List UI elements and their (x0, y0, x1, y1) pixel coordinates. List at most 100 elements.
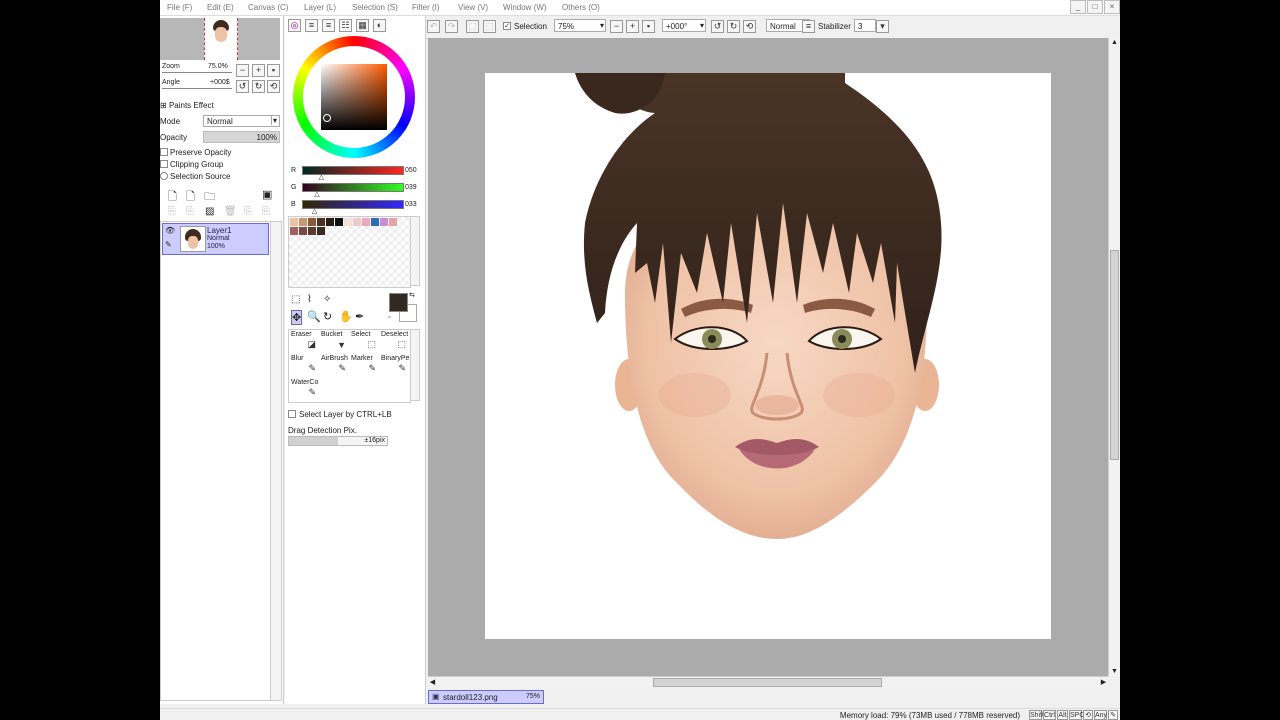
red-slider[interactable] (302, 166, 404, 175)
tool-airbrush[interactable]: AirBrush ✎ (319, 354, 349, 376)
maximize-button[interactable]: □ (1087, 0, 1103, 14)
transparent-color-icon[interactable]: ▫ (388, 314, 390, 321)
tool-grid-scrollbar[interactable] (410, 329, 420, 401)
rotate-cw-button[interactable]: ↻ (727, 20, 740, 33)
opacity-slider[interactable]: 100% (203, 131, 280, 143)
canvas-viewport[interactable] (428, 38, 1108, 676)
hue-ring[interactable] (293, 36, 415, 158)
selection-source-radio[interactable] (160, 172, 168, 180)
layer-mask-icon[interactable]: ▣ (262, 188, 272, 201)
selection-checkbox[interactable]: ✓ (503, 22, 511, 30)
layer-row[interactable]: 👁 ✎ Layer1 Normal 100% (162, 223, 269, 255)
blue-slider-marker[interactable]: △ (312, 207, 317, 215)
color-swatch[interactable] (299, 227, 307, 235)
tool-select[interactable]: Select ⬚ (349, 330, 379, 352)
foreground-color-swatch[interactable] (389, 293, 408, 312)
drag-detection-slider[interactable]: ±16pix (288, 436, 388, 446)
color-swatch[interactable] (308, 218, 316, 226)
rotate-reset-button[interactable]: ⟲ (267, 80, 280, 93)
menu-filter[interactable]: Filter (I) (412, 3, 440, 12)
zoom-slider[interactable] (162, 72, 232, 73)
color-swatch[interactable] (326, 218, 334, 226)
color-swatch[interactable] (335, 218, 343, 226)
stabilizer-dropdown-icon[interactable]: ▾ (876, 20, 889, 33)
vertical-scroll-thumb[interactable] (1110, 250, 1119, 460)
tool-waterco[interactable]: WaterCo ✎ (289, 378, 319, 400)
merge-visible-icon[interactable]: ⎘ (244, 206, 252, 217)
color-swatch[interactable] (389, 218, 397, 226)
rotate-ccw-button[interactable]: ↺ (711, 20, 724, 33)
menu-others[interactable]: Others (O) (562, 3, 600, 12)
document-tab[interactable]: ▣ stardoll123.png 75% (428, 690, 544, 704)
swatch-mode-button[interactable]: ☷ (339, 19, 352, 32)
red-slider-marker[interactable]: △ (319, 173, 324, 181)
scroll-left-icon[interactable]: ◀ (428, 678, 437, 687)
vertical-scrollbar[interactable]: ▲ ▼ (1108, 38, 1120, 676)
new-linework-layer-icon[interactable]: 🗋 (186, 188, 195, 207)
new-folder-icon[interactable]: 🗀 (204, 188, 215, 207)
rgb-slider-mode-button[interactable]: ≡ (305, 19, 318, 32)
move-tool-icon[interactable]: ✥ (291, 310, 303, 325)
toolbar-zoom-reset-button[interactable]: ▪ (642, 20, 655, 33)
menu-selection[interactable]: Selection (S) (352, 3, 398, 12)
layer-list-scrollbar[interactable] (270, 221, 282, 701)
green-slider-marker[interactable]: △ (314, 190, 319, 198)
scroll-down-icon[interactable]: ▼ (1110, 667, 1119, 676)
scratchpad-mode-button[interactable]: ▦ (356, 19, 369, 32)
magic-wand-tool-icon[interactable]: ✧ (323, 294, 331, 305)
scroll-up-icon[interactable]: ▲ (1110, 38, 1119, 47)
rotate-left-button[interactable]: ↺ (236, 80, 249, 93)
zoom-reset-button[interactable]: ▪ (267, 64, 280, 77)
undo-button[interactable]: ↶ (427, 20, 440, 33)
deselect-button[interactable]: ⬚ (466, 20, 479, 33)
preserve-opacity-checkbox[interactable] (160, 148, 168, 156)
tool-marker[interactable]: Marker ✎ (349, 354, 379, 376)
menu-canvas[interactable]: Canvas (C) (248, 3, 288, 12)
rotate-tool-icon[interactable]: ↻ (323, 310, 332, 323)
minimize-button[interactable]: _ (1070, 0, 1086, 14)
eye-icon[interactable]: 👁 (165, 226, 175, 235)
horizontal-scroll-thumb[interactable] (653, 678, 882, 687)
swatch-scrollbar[interactable] (410, 216, 420, 286)
menu-window[interactable]: Window (W) (503, 3, 547, 12)
menu-edit[interactable]: Edit (E) (207, 3, 234, 12)
angle-select[interactable]: +000° ▾ (662, 19, 706, 32)
invert-selection-button[interactable]: ⬚ (483, 20, 496, 33)
color-swatch[interactable] (362, 218, 370, 226)
blue-slider[interactable] (302, 200, 404, 209)
color-swatch[interactable] (380, 218, 388, 226)
menu-layer[interactable]: Layer (L) (304, 3, 336, 12)
swap-colors-icon[interactable]: ⇆ (409, 291, 415, 299)
color-swatch[interactable] (290, 227, 298, 235)
angle-slider[interactable] (162, 88, 232, 89)
merge-down-icon[interactable]: ⎘ (186, 206, 194, 217)
toolbar-zoom-out-button[interactable]: − (610, 20, 623, 33)
color-swatch[interactable] (308, 227, 316, 235)
paints-effect-header[interactable]: ⊞ Paints Effect (160, 101, 214, 110)
color-swatch[interactable] (371, 218, 379, 226)
stabilizer-select[interactable]: 3 (854, 19, 876, 32)
close-button[interactable]: × (1104, 0, 1120, 14)
redo-button[interactable]: ↷ (445, 20, 458, 33)
tool-binarype[interactable]: BinaryPe ✎ (379, 354, 409, 376)
color-wheel-mode-button[interactable]: ◎ (288, 19, 301, 32)
tool-eraser[interactable]: Eraser ◪ (289, 330, 319, 352)
mode-select[interactable]: Normal ▾ (203, 115, 280, 127)
color-swatch[interactable] (344, 218, 352, 226)
color-swatch[interactable] (317, 227, 325, 235)
clipping-group-checkbox[interactable] (160, 160, 168, 168)
eyedropper-tool-icon[interactable]: ✒ (355, 310, 364, 323)
view-mode-dropdown-icon[interactable]: ≡ (802, 20, 815, 33)
hand-tool-icon[interactable]: ✋ (339, 310, 353, 323)
delete-layer-icon[interactable]: 🗑 (224, 206, 237, 217)
select-layer-checkbox[interactable] (288, 410, 296, 418)
scroll-right-icon[interactable]: ▶ (1099, 678, 1108, 687)
marquee-tool-icon[interactable]: ⬚ (291, 294, 300, 305)
user-color-mode-button[interactable]: ◐ (373, 19, 386, 32)
color-swatch[interactable] (290, 218, 298, 226)
flatten-icon[interactable]: ⎘ (262, 206, 270, 217)
zoom-select[interactable]: 75% ▾ (554, 19, 606, 32)
color-swatch[interactable] (299, 218, 307, 226)
swatch-grid[interactable] (288, 216, 411, 288)
rotate-right-button[interactable]: ↻ (252, 80, 265, 93)
